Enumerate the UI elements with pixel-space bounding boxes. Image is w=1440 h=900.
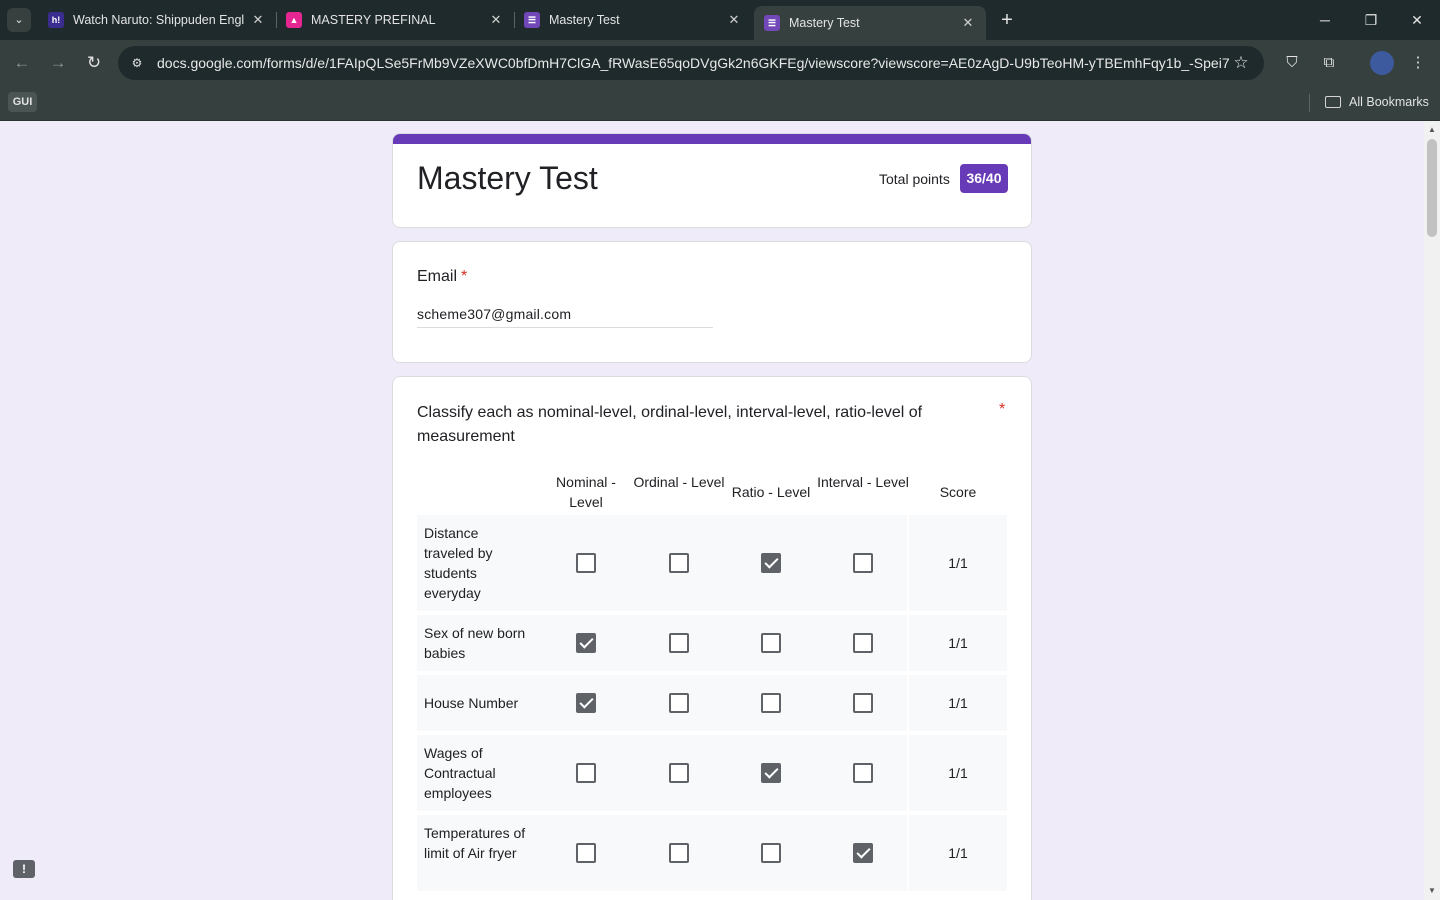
bookmark-star-icon[interactable]: ☆	[1230, 52, 1252, 74]
grid-row: Wages of Contractual employees 1/1	[417, 735, 1007, 811]
header-accent-bar	[393, 134, 1031, 144]
tab-strip: ⌄ h! Watch Naruto: Shippuden English ✕ ▲…	[0, 0, 1440, 40]
page-scrollbar[interactable]: ▲ ▼	[1424, 121, 1440, 900]
checkbox-nominal-checked[interactable]	[576, 693, 596, 713]
grid-row: Temperatures of limit of Air fryer 1/1	[417, 815, 1007, 891]
menu-kebab-icon[interactable]: ⋮	[1407, 52, 1429, 74]
forms-favicon-icon: ☰	[764, 15, 780, 31]
url-text[interactable]: docs.google.com/forms/d/e/1FAIpQLSe5FrMb…	[157, 46, 1229, 80]
checkbox-ordinal[interactable]	[669, 633, 689, 653]
checkbox-ratio[interactable]	[761, 633, 781, 653]
grid-row: Distance traveled by students everyday 1…	[417, 515, 1007, 611]
total-points-label: Total points	[879, 171, 950, 187]
checkbox-nominal-checked[interactable]	[576, 633, 596, 653]
scroll-down-arrow-icon[interactable]: ▼	[1424, 884, 1440, 898]
column-header-nominal: Nominal - Level	[556, 474, 616, 510]
scroll-up-arrow-icon[interactable]: ▲	[1424, 123, 1440, 137]
row-score: 1/1	[948, 555, 968, 571]
scroll-thumb[interactable]	[1427, 139, 1437, 237]
row-label: Temperatures of limit of Air fryer	[424, 825, 526, 861]
folder-icon	[1325, 96, 1341, 108]
column-header-interval: Interval - Level	[817, 474, 909, 490]
tab-search-button[interactable]: ⌄	[7, 8, 31, 32]
required-asterisk: *	[461, 268, 468, 285]
checkbox-ordinal[interactable]	[669, 763, 689, 783]
checkbox-interval[interactable]	[853, 553, 873, 573]
close-icon[interactable]: ✕	[960, 15, 976, 31]
row-score: 1/1	[948, 695, 968, 711]
form-header-card: Mastery Test Total points 36/40	[392, 133, 1032, 228]
tab-title: MASTERY PREFINAL	[311, 13, 436, 27]
checkbox-ratio[interactable]	[761, 693, 781, 713]
close-window-icon[interactable]: ✕	[1394, 0, 1440, 40]
tab-mastery-test[interactable]: ☰ Mastery Test ✕	[514, 0, 752, 40]
bookmark-gui[interactable]: GUI	[8, 92, 37, 112]
grid-row: House Number 1/1	[417, 675, 1007, 731]
minimize-icon[interactable]: ─	[1302, 0, 1348, 40]
email-label: Email	[417, 268, 458, 285]
form-title: Mastery Test	[417, 160, 598, 196]
row-score: 1/1	[948, 765, 968, 781]
tab-mastery-test-active[interactable]: ☰ Mastery Test ✕	[754, 6, 986, 40]
email-question: Email *	[417, 268, 467, 286]
column-header-score: Score	[939, 484, 977, 500]
checkbox-nominal[interactable]	[576, 553, 596, 573]
page-content: Mastery Test Total points 36/40 Email * s…	[0, 121, 1424, 900]
close-icon[interactable]: ✕	[726, 12, 742, 28]
required-asterisk: *	[999, 401, 1006, 418]
row-label: Sex of new born babies	[424, 625, 526, 661]
question-text: Classify each as nominal-level, ordinal-…	[417, 404, 923, 445]
hianime-favicon-icon: h!	[48, 12, 64, 28]
shield-extension-icon[interactable]: ⛉	[1281, 52, 1303, 74]
site-info-icon[interactable]: ⚙	[128, 54, 146, 72]
row-label: Distance traveled by students everyday	[424, 525, 493, 601]
checkbox-interval-checked[interactable]	[853, 843, 873, 863]
close-icon[interactable]: ✕	[488, 12, 504, 28]
address-bar[interactable]: ⚙ docs.google.com/forms/d/e/1FAIpQLSe5Fr…	[118, 46, 1264, 80]
checkbox-ratio-checked[interactable]	[761, 553, 781, 573]
row-label: Wages of Contractual employees	[424, 745, 496, 801]
close-icon[interactable]: ✕	[250, 12, 266, 28]
forward-icon[interactable]: →	[46, 51, 70, 75]
tab-title: Mastery Test	[789, 16, 860, 30]
email-field: scheme307@gmail.com	[417, 306, 713, 328]
grid-question-card: Classify each as nominal-level, ordinal-…	[392, 376, 1032, 900]
tab-mastery-prefinal[interactable]: ▲ MASTERY PREFINAL ✕	[276, 0, 514, 40]
checkbox-interval[interactable]	[853, 633, 873, 653]
column-header-ordinal: Ordinal - Level	[633, 474, 725, 490]
grid-row: Sex of new born babies 1/1	[417, 615, 1007, 671]
tab-naruto[interactable]: h! Watch Naruto: Shippuden English ✕	[38, 0, 276, 40]
reload-icon[interactable]: ↻	[82, 51, 106, 75]
total-points-badge: 36/40	[960, 164, 1008, 193]
checkbox-ordinal[interactable]	[669, 693, 689, 713]
row-label: House Number	[424, 695, 519, 711]
checkbox-ratio[interactable]	[761, 843, 781, 863]
email-card: Email * scheme307@gmail.com	[392, 241, 1032, 363]
column-header-ratio: Ratio - Level	[731, 484, 811, 500]
checkbox-ratio-checked[interactable]	[761, 763, 781, 783]
row-score: 1/1	[948, 635, 968, 651]
tab-title: Watch Naruto: Shippuden English	[73, 13, 244, 27]
checkbox-interval[interactable]	[853, 763, 873, 783]
report-feedback-icon[interactable]: !	[13, 860, 35, 878]
forms-favicon-icon: ☰	[524, 12, 540, 28]
tab-title: Mastery Test	[549, 13, 620, 27]
new-tab-button[interactable]: +	[995, 8, 1019, 32]
all-bookmarks-label: All Bookmarks	[1349, 95, 1429, 109]
restore-icon[interactable]: ❐	[1348, 0, 1394, 40]
back-icon[interactable]: ←	[10, 51, 34, 75]
checkbox-nominal[interactable]	[576, 843, 596, 863]
profile-avatar[interactable]	[1370, 51, 1394, 75]
checkbox-interval[interactable]	[853, 693, 873, 713]
extensions-puzzle-icon[interactable]: ⧉	[1318, 52, 1340, 74]
all-bookmarks[interactable]: All Bookmarks	[1325, 92, 1429, 112]
browser-toolbar: ← → ↻ ⚙ docs.google.com/forms/d/e/1FAIpQ…	[0, 40, 1440, 86]
row-score: 1/1	[948, 845, 968, 861]
checkbox-nominal[interactable]	[576, 763, 596, 783]
checkbox-ordinal[interactable]	[669, 553, 689, 573]
person-favicon-icon: ▲	[286, 12, 302, 28]
bookmarks-bar: GUI All Bookmarks	[0, 86, 1440, 121]
checkbox-ordinal[interactable]	[669, 843, 689, 863]
